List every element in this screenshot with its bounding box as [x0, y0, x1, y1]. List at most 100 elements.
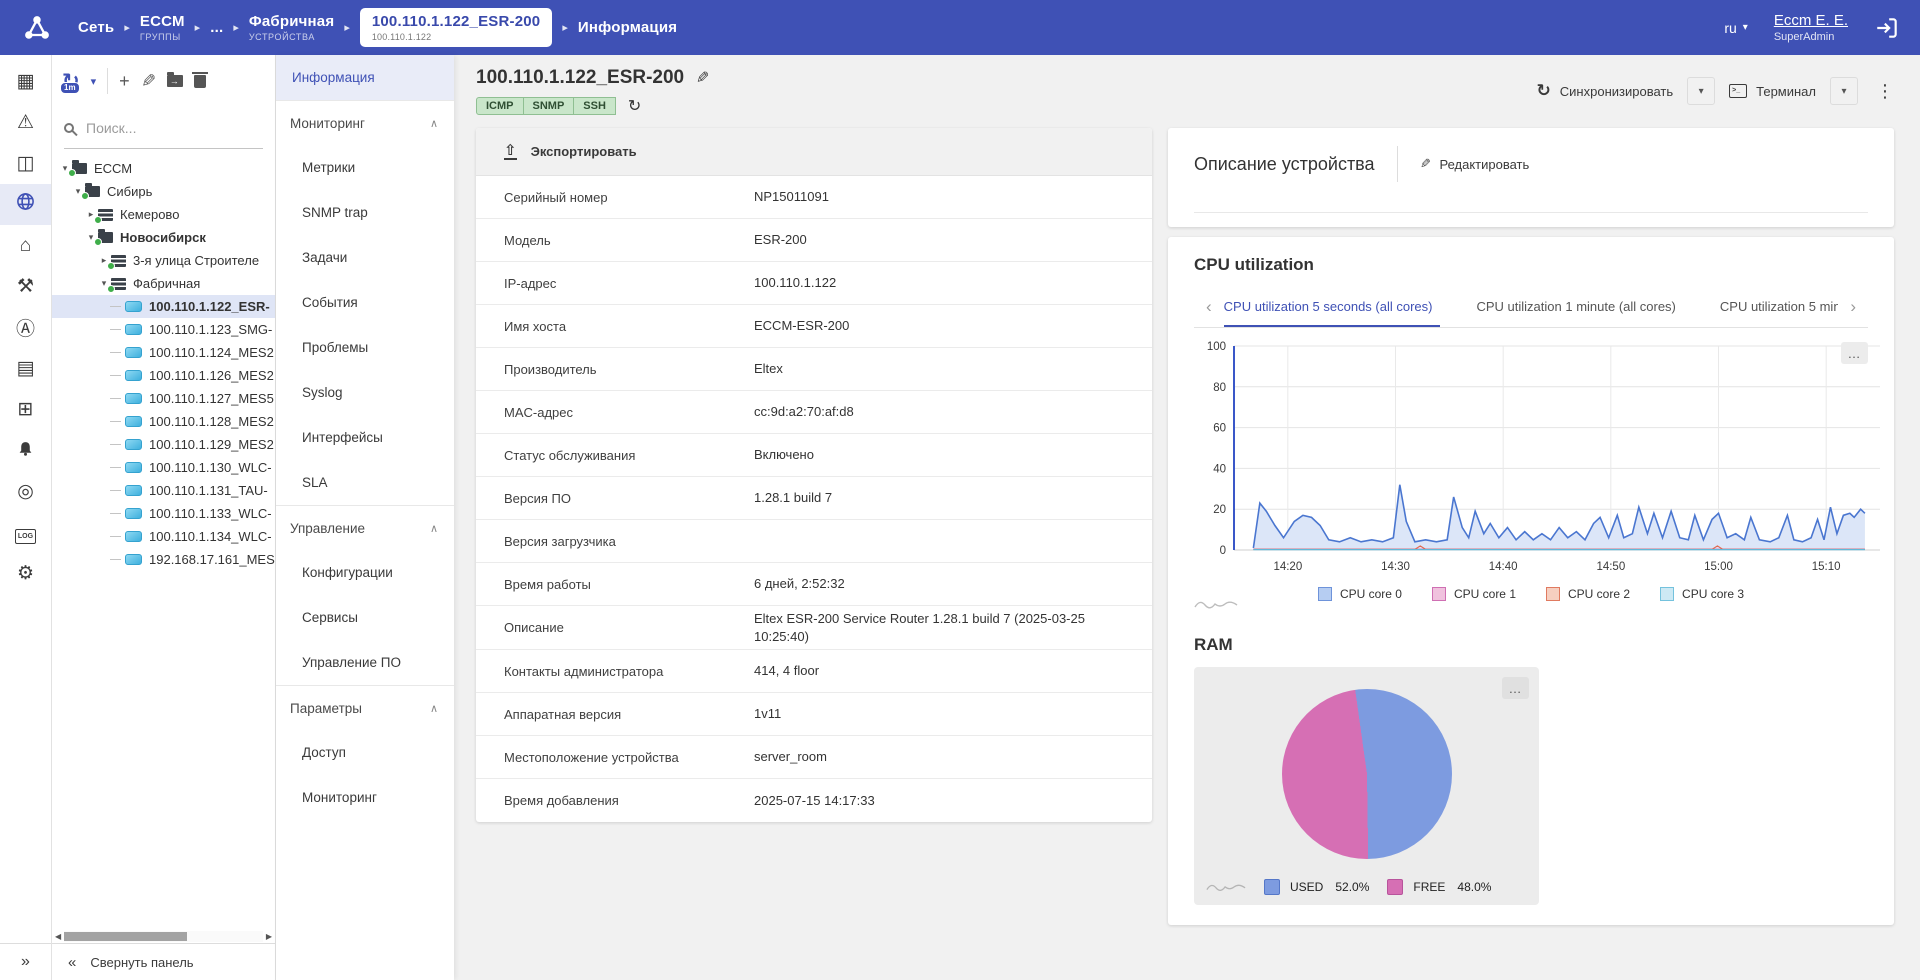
add-group-button[interactable]: +	[119, 72, 130, 90]
menu-item-syslog[interactable]: Syslog	[276, 370, 454, 415]
move-to-group-button[interactable]	[167, 75, 183, 87]
tab-cpu-0[interactable]: CPU utilization 5 seconds (all cores)	[1224, 287, 1433, 327]
rail-item-tools[interactable]: ⚒	[0, 266, 51, 307]
menu-item-проблемы[interactable]: Проблемы	[276, 325, 454, 370]
language-select[interactable]: ru ▾	[1724, 20, 1747, 36]
app-logo-icon[interactable]	[20, 11, 54, 45]
auto-refresh-icon[interactable]: ↻1m	[62, 71, 80, 92]
chart-type-toggle-icon[interactable]	[1194, 595, 1238, 614]
breadcrumb-item-информация[interactable]: Информация	[578, 19, 677, 36]
ram-chart-menu-icon[interactable]: …	[1502, 677, 1529, 699]
menu-item-метрики[interactable]: Метрики	[276, 145, 454, 190]
breadcrumb-item-сеть[interactable]: Сеть	[78, 19, 114, 36]
user-menu[interactable]: Eccm E. E. SuperAdmin	[1774, 12, 1848, 43]
menu-item-snmp-trap[interactable]: SNMP trap	[276, 190, 454, 235]
terminal-button[interactable]: >_ Терминал	[1725, 84, 1820, 99]
tree-group-сибирь[interactable]: ▾Сибирь	[52, 180, 275, 203]
edit-title-icon[interactable]: ✎	[696, 68, 709, 88]
tree-device-100-110-1-130-wlc[interactable]: 100.110.1.130_WLC-	[52, 456, 275, 479]
device-icon	[125, 462, 142, 473]
tab-cpu-2[interactable]: CPU utilization 5 minutes (all cores)	[1720, 287, 1838, 327]
chart-type-toggle-icon[interactable]	[1206, 878, 1246, 897]
legend-item-cpu-core-3[interactable]: CPU core 3	[1660, 587, 1744, 601]
tree-group-кемерово[interactable]: ▸Кемерово	[52, 203, 275, 226]
breadcrumb-item-100-110-1-122-esr-200[interactable]: 100.110.1.122_ESR-200100.110.1.122	[360, 8, 553, 47]
info-row-местоположение-устройства: Местоположение устройстваserver_room	[476, 736, 1152, 779]
rail-item-alarms[interactable]: ⚠	[0, 102, 51, 143]
info-value: cc:9d:a2:70:af:d8	[754, 403, 854, 421]
legend-swatch-free	[1387, 879, 1403, 895]
menu-section-мониторинг[interactable]: Мониторинг∧	[276, 100, 454, 145]
menu-item-события[interactable]: События	[276, 280, 454, 325]
tree-device-100-110-1-128-mes2[interactable]: 100.110.1.128_MES2	[52, 410, 275, 433]
menu-section-параметры[interactable]: Параметры∧	[276, 685, 454, 730]
menu-item-управление-по[interactable]: Управление ПО	[276, 640, 454, 685]
rail-item-notifications[interactable]	[0, 430, 51, 471]
menu-item-мониторинг[interactable]: Мониторинг	[276, 775, 454, 820]
device-icon	[125, 531, 142, 542]
tree-group-3-я-улица-строителе[interactable]: ▸3-я улица Строителе	[52, 249, 275, 272]
tree-device-100-110-1-127-mes5[interactable]: 100.110.1.127_MES5	[52, 387, 275, 410]
menu-item-sla[interactable]: SLA	[276, 460, 454, 505]
tree-device-100-110-1-131-tau[interactable]: 100.110.1.131_TAU-	[52, 479, 275, 502]
tree-device-100-110-1-123-smg[interactable]: 100.110.1.123_SMG-	[52, 318, 275, 341]
edit-group-button[interactable]: ✎	[141, 72, 156, 90]
tree-device-100-110-1-124-mes2[interactable]: 100.110.1.124_MES2	[52, 341, 275, 364]
tree-connector	[110, 559, 121, 560]
menu-item-интерфейсы[interactable]: Интерфейсы	[276, 415, 454, 460]
status-dot	[81, 192, 89, 200]
tree-group-фабричная[interactable]: ▾Фабричная	[52, 272, 275, 295]
tabs-scroll-right-icon[interactable]: ›	[1838, 297, 1868, 317]
tree-device-100-110-1-126-mes2[interactable]: 100.110.1.126_MES2	[52, 364, 275, 387]
menu-item-задачи[interactable]: Задачи	[276, 235, 454, 280]
terminal-dropdown-button[interactable]: ▾	[1830, 77, 1858, 105]
menu-section-управление[interactable]: Управление∧	[276, 505, 454, 550]
rail-item-logs[interactable]: LOG	[0, 512, 51, 553]
breadcrumb-item-фабричная[interactable]: ФабричнаяУСТРОЙСТВА	[249, 13, 334, 42]
menu-item-доступ[interactable]: Доступ	[276, 730, 454, 775]
refresh-interval-dropdown[interactable]: ▾	[91, 75, 97, 88]
menu-item-сервисы[interactable]: Сервисы	[276, 595, 454, 640]
rail-item-settings[interactable]: ⚙	[0, 553, 51, 594]
scroll-right-icon[interactable]: ▶	[266, 932, 272, 941]
tabs-scroll-left-icon[interactable]: ‹	[1194, 297, 1224, 317]
search-input[interactable]	[86, 120, 236, 136]
export-button[interactable]: ⇧ Экспортировать	[476, 128, 1152, 176]
delete-button[interactable]	[194, 75, 206, 88]
rail-item-calendar[interactable]: ⊞	[0, 389, 51, 430]
rail-item-tasks[interactable]: ▤	[0, 348, 51, 389]
menu-item-информация[interactable]: Информация	[276, 55, 454, 100]
breadcrumb-item-ессм[interactable]: ЕССМГРУППЫ	[140, 13, 185, 42]
cpu-chart-menu-icon[interactable]: …	[1841, 342, 1868, 364]
more-options-icon[interactable]: ⋮	[1876, 81, 1894, 102]
menu-item-конфигурации[interactable]: Конфигурации	[276, 550, 454, 595]
tree-device-192-168-17-161-mes[interactable]: 192.168.17.161_MES	[52, 548, 275, 571]
logout-icon[interactable]	[1874, 15, 1900, 41]
rail-item-map[interactable]: ◫	[0, 143, 51, 184]
sync-button[interactable]: ↻ Синхронизировать	[1533, 81, 1678, 101]
edit-description-button[interactable]: ✎ Редактировать	[1420, 156, 1530, 172]
tree-group-ессм[interactable]: ▾ЕССМ	[52, 157, 275, 180]
scrollbar-thumb[interactable]	[64, 932, 187, 941]
tree-group-новосибирск[interactable]: ▾Новосибирск	[52, 226, 275, 249]
rail-item-dashboard[interactable]: ▦	[0, 61, 51, 102]
expand-panel-button[interactable]: »	[0, 943, 51, 980]
rail-item-automation[interactable]: Ⓐ	[0, 307, 51, 348]
tree-device-100-110-1-122-esr[interactable]: 100.110.1.122_ESR-	[52, 295, 275, 318]
tree-device-100-110-1-129-mes2[interactable]: 100.110.1.129_MES2	[52, 433, 275, 456]
tab-cpu-1[interactable]: CPU utilization 1 minute (all cores)	[1476, 287, 1675, 327]
breadcrumb-item-[interactable]: ...	[210, 19, 223, 36]
tree-horizontal-scrollbar[interactable]: ◀ ▶	[52, 930, 275, 943]
rail-item-power[interactable]: ◎	[0, 471, 51, 512]
refresh-status-icon[interactable]: ↻	[628, 96, 641, 116]
rail-item-devices[interactable]: ⌂	[0, 225, 51, 266]
rail-item-network[interactable]	[0, 184, 51, 225]
tree-device-100-110-1-134-wlc[interactable]: 100.110.1.134_WLC-	[52, 525, 275, 548]
tree-device-100-110-1-133-wlc[interactable]: 100.110.1.133_WLC-	[52, 502, 275, 525]
legend-item-cpu-core-2[interactable]: CPU core 2	[1546, 587, 1630, 601]
sync-dropdown-button[interactable]: ▾	[1687, 77, 1715, 105]
scroll-left-icon[interactable]: ◀	[55, 932, 61, 941]
legend-item-cpu-core-1[interactable]: CPU core 1	[1432, 587, 1516, 601]
collapse-panel-button[interactable]: « Свернуть панель	[52, 943, 275, 980]
legend-item-cpu-core-0[interactable]: CPU core 0	[1318, 587, 1402, 601]
